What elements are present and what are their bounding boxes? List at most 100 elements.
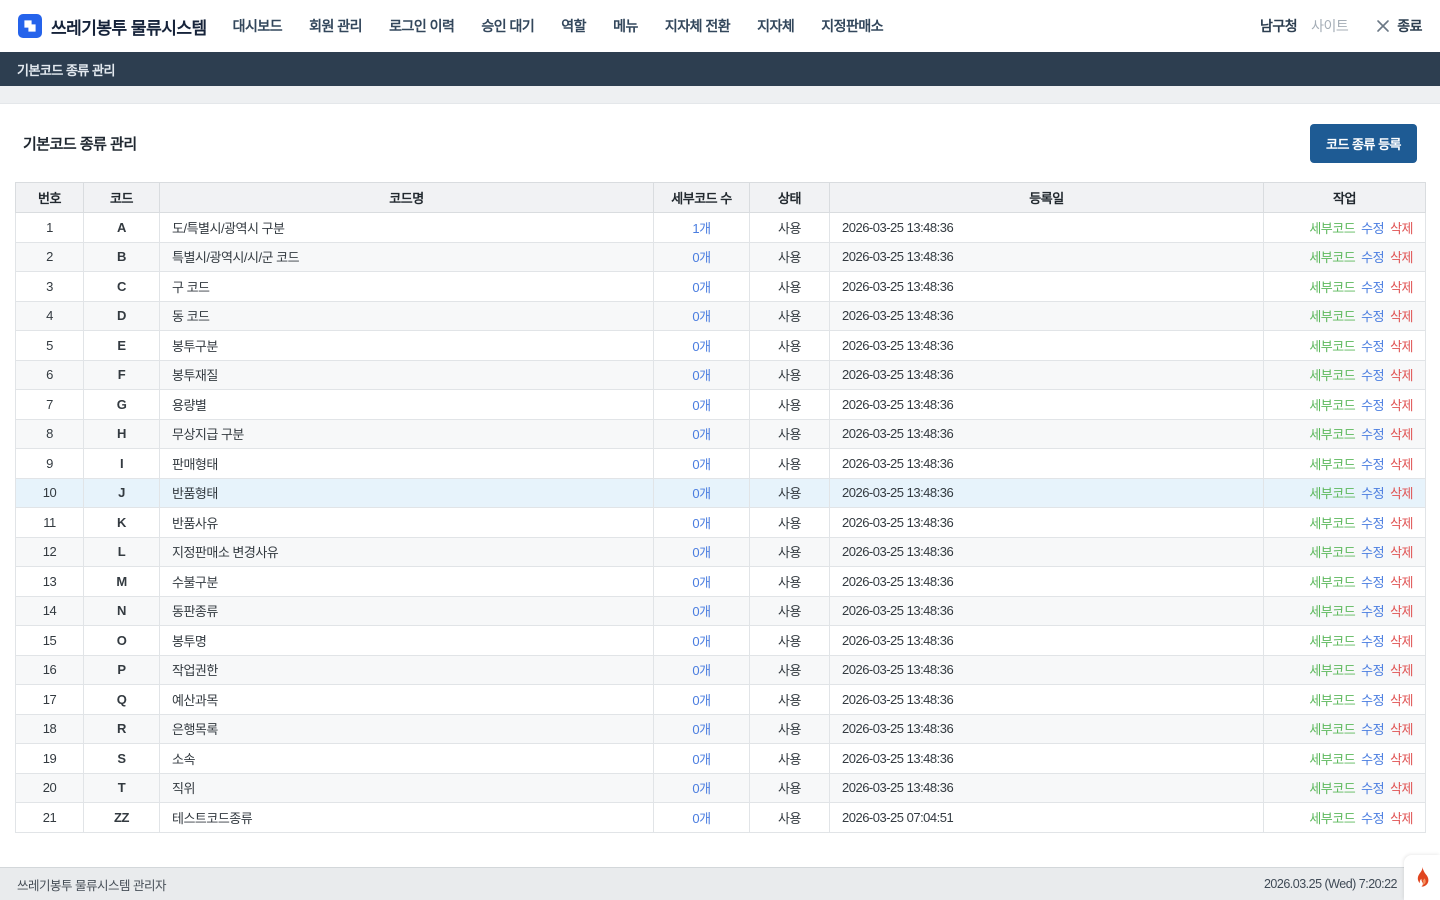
delete-link[interactable]: 삭제 bbox=[1390, 457, 1413, 472]
edit-link[interactable]: 수정 bbox=[1361, 427, 1384, 442]
nav-item-3[interactable]: 로그인 이력 bbox=[389, 16, 454, 36]
delete-link[interactable]: 삭제 bbox=[1390, 722, 1413, 737]
edit-link[interactable]: 수정 bbox=[1361, 486, 1384, 501]
edit-link[interactable]: 수정 bbox=[1361, 575, 1384, 590]
detail-count-link[interactable]: 0개 bbox=[692, 811, 710, 826]
table-row: 3C구 코드0개사용2026-03-25 13:48:36세부코드수정삭제 bbox=[16, 272, 1426, 302]
detail-count-link[interactable]: 0개 bbox=[692, 663, 710, 678]
debug-toolbar-toggle[interactable] bbox=[1404, 855, 1440, 900]
detail-codes-link[interactable]: 세부코드 bbox=[1309, 693, 1355, 708]
cell-status: 사용 bbox=[750, 655, 830, 685]
detail-codes-link[interactable]: 세부코드 bbox=[1309, 427, 1355, 442]
detail-count-link[interactable]: 0개 bbox=[692, 457, 710, 472]
nav-item-1[interactable]: 대시보드 bbox=[233, 16, 283, 36]
detail-codes-link[interactable]: 세부코드 bbox=[1309, 781, 1355, 796]
edit-link[interactable]: 수정 bbox=[1361, 604, 1384, 619]
detail-count-link[interactable]: 0개 bbox=[692, 309, 710, 324]
delete-link[interactable]: 삭제 bbox=[1390, 575, 1413, 590]
detail-count-link[interactable]: 0개 bbox=[692, 427, 710, 442]
logout-button[interactable]: 종료 bbox=[1376, 16, 1422, 36]
edit-link[interactable]: 수정 bbox=[1361, 781, 1384, 796]
detail-count-link[interactable]: 1개 bbox=[692, 221, 710, 236]
delete-link[interactable]: 삭제 bbox=[1390, 309, 1413, 324]
nav-item-6[interactable]: 메뉴 bbox=[613, 16, 638, 36]
detail-count-link[interactable]: 0개 bbox=[692, 575, 710, 590]
edit-link[interactable]: 수정 bbox=[1361, 811, 1384, 826]
detail-codes-link[interactable]: 세부코드 bbox=[1309, 398, 1355, 413]
detail-codes-link[interactable]: 세부코드 bbox=[1309, 457, 1355, 472]
brand[interactable]: 쓰레기봉투 물류시스템 bbox=[18, 14, 207, 39]
detail-codes-link[interactable]: 세부코드 bbox=[1309, 811, 1355, 826]
delete-link[interactable]: 삭제 bbox=[1390, 250, 1413, 265]
delete-link[interactable]: 삭제 bbox=[1390, 634, 1413, 649]
detail-count-link[interactable]: 0개 bbox=[692, 722, 710, 737]
edit-link[interactable]: 수정 bbox=[1361, 663, 1384, 678]
edit-link[interactable]: 수정 bbox=[1361, 722, 1384, 737]
delete-link[interactable]: 삭제 bbox=[1390, 280, 1413, 295]
edit-link[interactable]: 수정 bbox=[1361, 250, 1384, 265]
detail-count-link[interactable]: 0개 bbox=[692, 280, 710, 295]
detail-codes-link[interactable]: 세부코드 bbox=[1309, 663, 1355, 678]
edit-link[interactable]: 수정 bbox=[1361, 339, 1384, 354]
delete-link[interactable]: 삭제 bbox=[1390, 693, 1413, 708]
detail-codes-link[interactable]: 세부코드 bbox=[1309, 250, 1355, 265]
detail-codes-link[interactable]: 세부코드 bbox=[1309, 752, 1355, 767]
nav-item-4[interactable]: 승인 대기 bbox=[481, 16, 534, 36]
detail-count-link[interactable]: 0개 bbox=[692, 634, 710, 649]
delete-link[interactable]: 삭제 bbox=[1390, 516, 1413, 531]
detail-codes-link[interactable]: 세부코드 bbox=[1309, 486, 1355, 501]
detail-codes-link[interactable]: 세부코드 bbox=[1309, 309, 1355, 324]
detail-count-link[interactable]: 0개 bbox=[692, 486, 710, 501]
edit-link[interactable]: 수정 bbox=[1361, 309, 1384, 324]
detail-codes-link[interactable]: 세부코드 bbox=[1309, 545, 1355, 560]
detail-count-link[interactable]: 0개 bbox=[692, 545, 710, 560]
detail-codes-link[interactable]: 세부코드 bbox=[1309, 280, 1355, 295]
delete-link[interactable]: 삭제 bbox=[1390, 545, 1413, 560]
delete-link[interactable]: 삭제 bbox=[1390, 811, 1413, 826]
detail-codes-link[interactable]: 세부코드 bbox=[1309, 221, 1355, 236]
delete-link[interactable]: 삭제 bbox=[1390, 339, 1413, 354]
nav-item-9[interactable]: 지정판매소 bbox=[821, 16, 883, 36]
nav-item-2[interactable]: 회원 관리 bbox=[309, 16, 362, 36]
delete-link[interactable]: 삭제 bbox=[1390, 604, 1413, 619]
delete-link[interactable]: 삭제 bbox=[1390, 368, 1413, 383]
detail-count-link[interactable]: 0개 bbox=[692, 604, 710, 619]
edit-link[interactable]: 수정 bbox=[1361, 368, 1384, 383]
detail-codes-link[interactable]: 세부코드 bbox=[1309, 516, 1355, 531]
edit-link[interactable]: 수정 bbox=[1361, 545, 1384, 560]
detail-codes-link[interactable]: 세부코드 bbox=[1309, 722, 1355, 737]
detail-count-link[interactable]: 0개 bbox=[692, 516, 710, 531]
current-org-label[interactable]: 남구청 bbox=[1260, 16, 1297, 36]
detail-codes-link[interactable]: 세부코드 bbox=[1309, 368, 1355, 383]
edit-link[interactable]: 수정 bbox=[1361, 457, 1384, 472]
nav-item-5[interactable]: 역할 bbox=[561, 16, 586, 36]
detail-count-link[interactable]: 0개 bbox=[692, 693, 710, 708]
detail-codes-link[interactable]: 세부코드 bbox=[1309, 604, 1355, 619]
detail-count-link[interactable]: 0개 bbox=[692, 339, 710, 354]
delete-link[interactable]: 삭제 bbox=[1390, 427, 1413, 442]
delete-link[interactable]: 삭제 bbox=[1390, 752, 1413, 767]
edit-link[interactable]: 수정 bbox=[1361, 693, 1384, 708]
nav-item-7[interactable]: 지자체 전환 bbox=[665, 16, 730, 36]
delete-link[interactable]: 삭제 bbox=[1390, 486, 1413, 501]
delete-link[interactable]: 삭제 bbox=[1390, 781, 1413, 796]
detail-codes-link[interactable]: 세부코드 bbox=[1309, 339, 1355, 354]
nav-item-8[interactable]: 지자체 bbox=[757, 16, 794, 36]
detail-count-link[interactable]: 0개 bbox=[692, 781, 710, 796]
edit-link[interactable]: 수정 bbox=[1361, 280, 1384, 295]
detail-codes-link[interactable]: 세부코드 bbox=[1309, 634, 1355, 649]
detail-count-link[interactable]: 0개 bbox=[692, 368, 710, 383]
edit-link[interactable]: 수정 bbox=[1361, 516, 1384, 531]
detail-codes-link[interactable]: 세부코드 bbox=[1309, 575, 1355, 590]
detail-count-link[interactable]: 0개 bbox=[692, 250, 710, 265]
delete-link[interactable]: 삭제 bbox=[1390, 398, 1413, 413]
edit-link[interactable]: 수정 bbox=[1361, 752, 1384, 767]
edit-link[interactable]: 수정 bbox=[1361, 398, 1384, 413]
register-code-type-button[interactable]: 코드 종류 등록 bbox=[1310, 124, 1417, 163]
edit-link[interactable]: 수정 bbox=[1361, 221, 1384, 236]
detail-count-link[interactable]: 0개 bbox=[692, 752, 710, 767]
delete-link[interactable]: 삭제 bbox=[1390, 663, 1413, 678]
edit-link[interactable]: 수정 bbox=[1361, 634, 1384, 649]
detail-count-link[interactable]: 0개 bbox=[692, 398, 710, 413]
delete-link[interactable]: 삭제 bbox=[1390, 221, 1413, 236]
